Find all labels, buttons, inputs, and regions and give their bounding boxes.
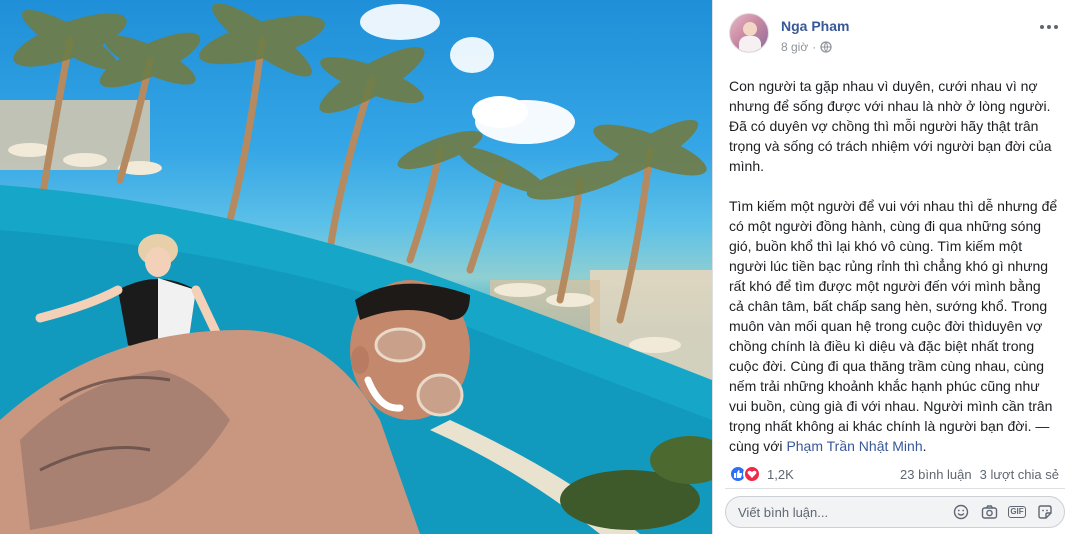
post-paragraph-1: Con người ta gặp nhau vì duyên, cưới nha…: [729, 78, 1052, 174]
post-panel: Nga Pham 8 giờ · Con người ta gặp nhau v…: [712, 0, 1072, 534]
post-paragraph-2: Tìm kiếm một người để vui với nhau thì d…: [729, 196, 1059, 456]
share-count[interactable]: 3 lượt chia sẻ: [980, 467, 1059, 482]
camera-icon[interactable]: [980, 503, 998, 521]
post-text: Con người ta gặp nhau vì duyên, cưới nha…: [729, 76, 1059, 456]
tagged-user-link[interactable]: Phạm Trần Nhật Minh: [786, 438, 922, 454]
post-header: Nga Pham 8 giờ ·: [729, 13, 1059, 57]
reaction-icons[interactable]: [729, 465, 761, 483]
photo-illustration: [0, 3, 712, 534]
comment-tools: GIF: [952, 503, 1064, 521]
tag-end: .: [922, 438, 927, 454]
sticker-icon[interactable]: [1036, 503, 1054, 521]
avatar[interactable]: [729, 13, 769, 53]
post-photo[interactable]: [0, 0, 712, 534]
gif-icon[interactable]: GIF: [1008, 503, 1026, 521]
more-options-icon[interactable]: [1039, 19, 1059, 35]
post-meta: 8 giờ ·: [781, 40, 832, 54]
love-reaction-icon: [743, 465, 761, 483]
reaction-count[interactable]: 1,2K: [767, 467, 794, 482]
post-stats: 23 bình luận 3 lượt chia sẻ: [900, 467, 1059, 482]
comment-input[interactable]: [738, 497, 952, 527]
meta-separator: ·: [812, 40, 817, 54]
post-time[interactable]: 8 giờ: [781, 40, 808, 54]
globe-icon[interactable]: [820, 41, 832, 53]
comment-box: GIF: [725, 496, 1065, 528]
reactions-bar: 1,2K 23 bình luận 3 lượt chia sẻ: [729, 462, 1059, 486]
comment-row: GIF: [725, 496, 1065, 528]
emoji-icon[interactable]: [952, 503, 970, 521]
post-paragraph-2-text: Tìm kiếm một người để vui với nhau thì d…: [729, 198, 1058, 434]
comment-count[interactable]: 23 bình luận: [900, 467, 972, 482]
divider: [725, 488, 1065, 489]
author-name[interactable]: Nga Pham: [781, 18, 849, 34]
